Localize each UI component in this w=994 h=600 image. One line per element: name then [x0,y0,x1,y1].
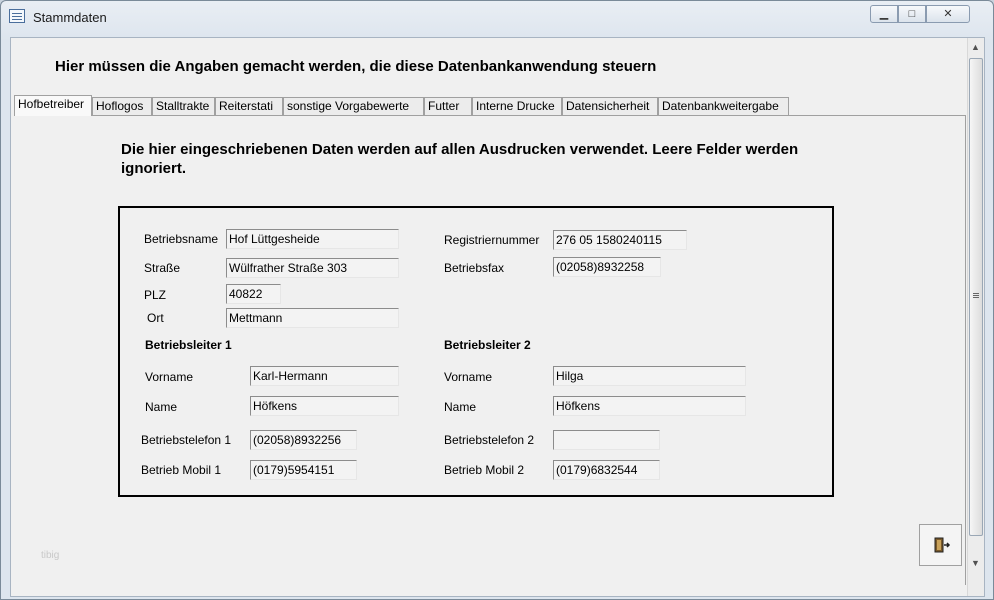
ort-field[interactable]: Mettmann [226,308,399,328]
leiter1-name-label: Name [145,400,178,414]
leiter1-vorname-label: Vorname [145,370,194,384]
tab-datensicherheit[interactable]: Datensicherheit [562,97,658,115]
tab-interne-drucke[interactable]: Interne Drucke [472,97,562,115]
strasse-label: Straße [144,261,181,275]
info-text: Die hier eingeschriebenen Daten werden a… [121,141,799,177]
ort-label: Ort [147,311,164,325]
footer-text: tibig [41,550,60,561]
betriebsname-label: Betriebsname [144,232,219,246]
title-bar[interactable]: Stammdaten ▁ □ ✕ [1,1,993,31]
exit-door-icon [934,537,951,553]
leiter1-vorname-field[interactable]: Karl-Hermann [250,366,399,386]
leiter2-name-field[interactable]: Höfkens [553,396,746,416]
betriebsfax-field[interactable]: (02058)8932258 [553,257,661,277]
page-heading: Hier müssen die Angaben gemacht werden, … [55,58,657,75]
tab-datenbankweitergabe[interactable]: Datenbankweitergabe [658,97,789,115]
betriebsfax-label: Betriebsfax [444,261,505,275]
window: Stammdaten ▁ □ ✕ Hier müssen die Angaben… [0,0,994,600]
leiter2-mobil-label: Betrieb Mobil 2 [444,463,525,477]
plz-label: PLZ [144,288,167,302]
plz-field[interactable]: 40822 [226,284,281,304]
scrollbar-thumb[interactable] [969,58,983,536]
tab-hoflogos[interactable]: Hoflogos [92,97,152,115]
registriernummer-label: Registriernummer [444,233,540,247]
betriebsname-field[interactable]: Hof Lüttgesheide [226,229,399,249]
tab-sonstige-vorgabewerte[interactable]: sonstige Vorgabewerte [283,97,424,115]
window-title: Stammdaten [33,10,107,25]
scroll-down-icon[interactable]: ▼ [971,558,980,568]
tab-hofbetreiber[interactable]: Hofbetreiber [14,95,92,116]
tab-stalltrakte[interactable]: Stalltrakte [152,97,215,115]
exit-button[interactable] [919,524,962,566]
form-client-area: Hier müssen die Angaben gemacht werden, … [10,37,985,597]
form-icon [9,9,25,23]
leiter2-telefon-field[interactable] [553,430,660,450]
leiter2-mobil-field[interactable]: (0179)6832544 [553,460,660,480]
leiter2-vorname-field[interactable]: Hilga [553,366,746,386]
minimize-button[interactable]: ▁ [870,5,898,23]
leiter1-name-field[interactable]: Höfkens [250,396,399,416]
tab-futter[interactable]: Futter [424,97,472,115]
address-frame: Betriebsname Hof Lüttgesheide Straße Wül… [118,206,834,497]
strasse-field[interactable]: Wülfrather Straße 303 [226,258,399,278]
leiter1-mobil-label: Betrieb Mobil 1 [141,463,222,477]
leiter1-telefon-label: Betriebstelefon 1 [141,433,232,447]
leiter2-name-label: Name [444,400,477,414]
maximize-button[interactable]: □ [898,5,926,23]
betriebsleiter-2-heading: Betriebsleiter 2 [444,338,531,352]
tab-reiterstati[interactable]: Reiterstati [215,97,283,115]
leiter2-telefon-label: Betriebstelefon 2 [444,433,535,447]
leiter1-mobil-field[interactable]: (0179)5954151 [250,460,357,480]
grip-icon [973,293,979,294]
registriernummer-field[interactable]: 276 05 1580240115 [553,230,687,250]
leiter1-telefon-field[interactable]: (02058)8932256 [250,430,357,450]
vertical-scrollbar[interactable]: ▲ ▼ [967,38,984,596]
leiter2-vorname-label: Vorname [444,370,493,384]
betriebsleiter-1-heading: Betriebsleiter 1 [145,338,232,352]
close-button[interactable]: ✕ [926,5,970,23]
scroll-up-icon[interactable]: ▲ [971,42,980,52]
